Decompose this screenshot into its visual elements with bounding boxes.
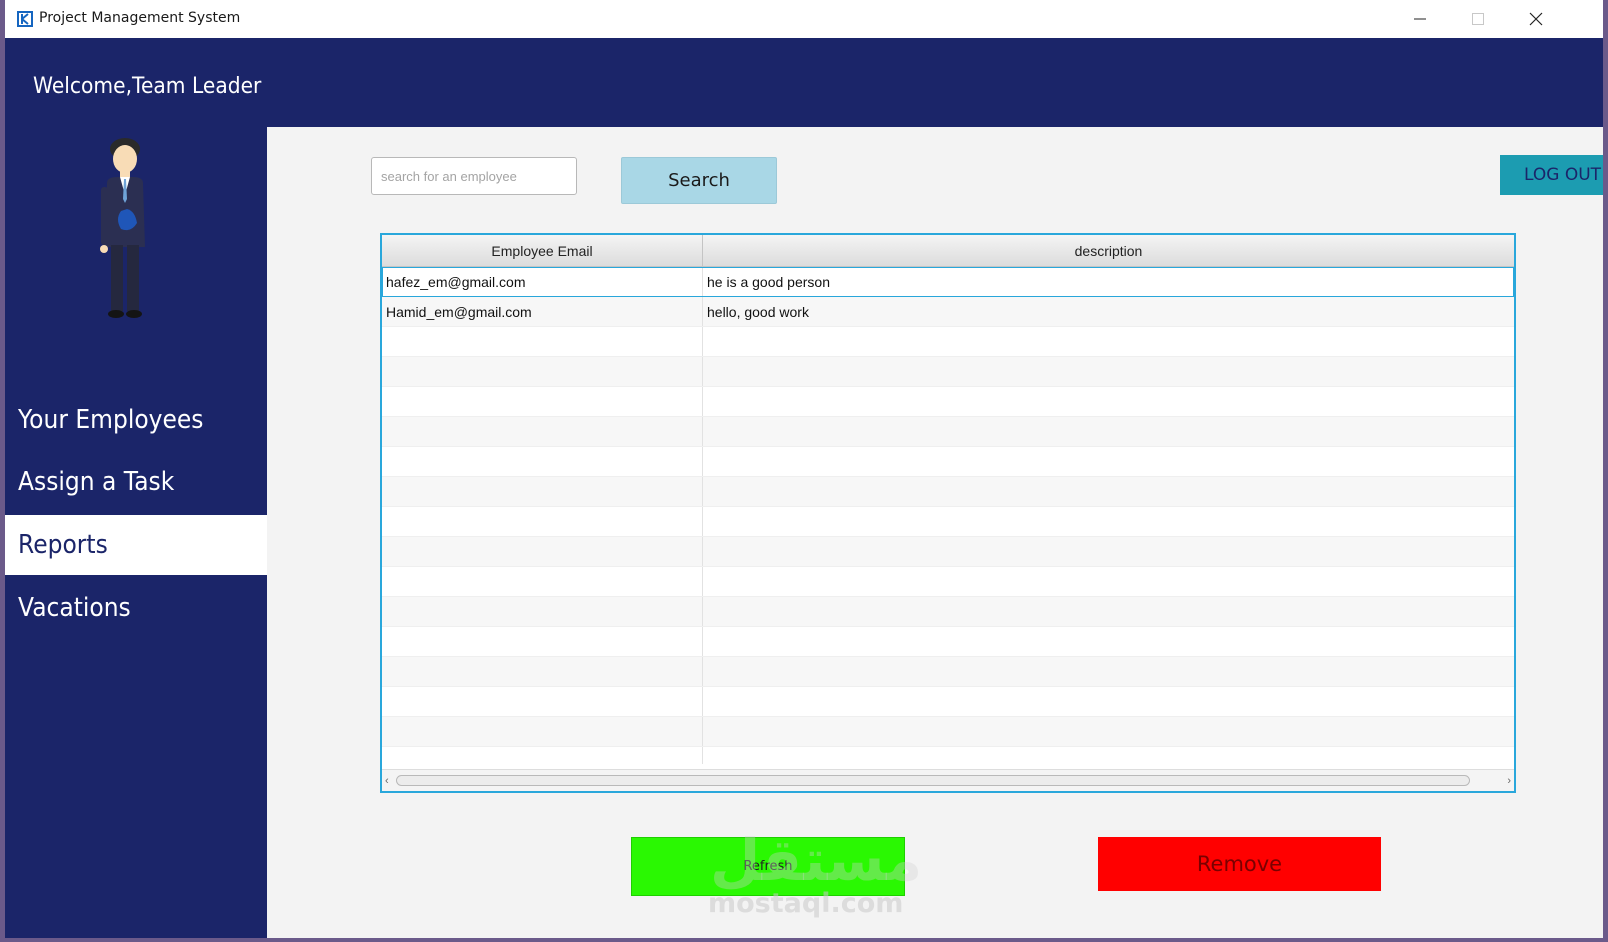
team-leader-avatar bbox=[100, 138, 145, 318]
table-row[interactable] bbox=[382, 537, 1514, 567]
cell-email[interactable] bbox=[382, 597, 703, 626]
scroll-left-icon[interactable]: ‹ bbox=[385, 775, 389, 787]
scroll-right-icon[interactable]: › bbox=[1507, 775, 1511, 787]
cell-email[interactable] bbox=[382, 747, 703, 764]
cell-email[interactable]: hafez_em@gmail.com bbox=[382, 267, 703, 296]
table-row[interactable] bbox=[382, 387, 1514, 417]
remove-button[interactable]: Remove bbox=[1098, 837, 1381, 891]
cell-email[interactable] bbox=[382, 327, 703, 356]
column-header-email[interactable]: Employee Email bbox=[382, 235, 703, 266]
cell-email[interactable] bbox=[382, 387, 703, 416]
cell-description[interactable]: he is a good person bbox=[703, 267, 1514, 296]
maximize-icon bbox=[1472, 13, 1484, 25]
header: Welcome,Team Leader bbox=[5, 38, 1603, 127]
cell-email[interactable] bbox=[382, 477, 703, 506]
cell-description[interactable]: hello, good work bbox=[703, 297, 1514, 326]
sidebar-item-label: Assign a Task bbox=[18, 467, 175, 497]
sidebar-item-label: Your Employees bbox=[18, 405, 204, 435]
table-row[interactable]: Hamid_em@gmail.com hello, good work bbox=[382, 297, 1514, 327]
reports-table[interactable]: Employee Email description hafez_em@gmai… bbox=[380, 233, 1516, 793]
table-row[interactable] bbox=[382, 747, 1514, 764]
sidebar-item-vacations[interactable]: Vacations bbox=[5, 578, 267, 638]
cell-description[interactable] bbox=[703, 627, 1514, 656]
minimize-button[interactable] bbox=[1391, 0, 1449, 38]
table-header: Employee Email description bbox=[382, 235, 1514, 267]
cell-email[interactable] bbox=[382, 507, 703, 536]
app-icon bbox=[17, 11, 33, 27]
cell-email[interactable] bbox=[382, 537, 703, 566]
table-row[interactable] bbox=[382, 357, 1514, 387]
logout-button[interactable]: LOG OUT bbox=[1500, 155, 1603, 195]
cell-description[interactable] bbox=[703, 717, 1514, 746]
sidebar-item-your-employees[interactable]: Your Employees bbox=[5, 390, 267, 450]
table-row[interactable]: hafez_em@gmail.com he is a good person bbox=[382, 267, 1514, 297]
table-row[interactable] bbox=[382, 507, 1514, 537]
search-button[interactable]: Search bbox=[621, 157, 777, 204]
column-header-description[interactable]: description bbox=[703, 235, 1514, 266]
cell-email[interactable] bbox=[382, 657, 703, 686]
sidebar-item-reports[interactable]: Reports bbox=[5, 515, 267, 575]
cell-description[interactable] bbox=[703, 327, 1514, 356]
cell-email[interactable] bbox=[382, 417, 703, 446]
close-button[interactable] bbox=[1507, 0, 1565, 38]
horizontal-scrollbar[interactable]: ‹ › bbox=[382, 769, 1514, 791]
table-row[interactable] bbox=[382, 567, 1514, 597]
table-row[interactable] bbox=[382, 597, 1514, 627]
maximize-button[interactable] bbox=[1449, 0, 1507, 38]
cell-description[interactable] bbox=[703, 747, 1514, 764]
scrollbar-thumb[interactable] bbox=[396, 775, 1470, 786]
search-input[interactable] bbox=[371, 157, 577, 195]
table-row[interactable] bbox=[382, 477, 1514, 507]
table-row[interactable] bbox=[382, 327, 1514, 357]
table-row[interactable] bbox=[382, 627, 1514, 657]
table-row[interactable] bbox=[382, 447, 1514, 477]
cell-email[interactable] bbox=[382, 717, 703, 746]
cell-description[interactable] bbox=[703, 357, 1514, 386]
cell-email[interactable] bbox=[382, 447, 703, 476]
cell-description[interactable] bbox=[703, 507, 1514, 536]
cell-description[interactable] bbox=[703, 567, 1514, 596]
sidebar: Your Employees Assign a Task Reports Vac… bbox=[5, 127, 267, 938]
close-icon bbox=[1529, 12, 1543, 26]
cell-email[interactable] bbox=[382, 567, 703, 596]
sidebar-item-label: Vacations bbox=[18, 593, 131, 623]
table-row[interactable] bbox=[382, 687, 1514, 717]
table-row[interactable] bbox=[382, 717, 1514, 747]
watermark-text: mostaql.com bbox=[708, 888, 904, 919]
cell-description[interactable] bbox=[703, 417, 1514, 446]
cell-description[interactable] bbox=[703, 447, 1514, 476]
app-window: Project Management System Welcome,Team L… bbox=[5, 0, 1603, 938]
table-body: hafez_em@gmail.com he is a good person Ham… bbox=[382, 267, 1514, 764]
table-row[interactable] bbox=[382, 417, 1514, 447]
title-bar: Project Management System bbox=[5, 0, 1603, 38]
watermark-logo: مستقل bbox=[710, 826, 923, 894]
minimize-icon bbox=[1414, 18, 1426, 20]
cell-email[interactable] bbox=[382, 687, 703, 716]
welcome-text: Welcome,Team Leader bbox=[33, 74, 262, 99]
sidebar-item-label: Reports bbox=[18, 530, 108, 560]
cell-description[interactable] bbox=[703, 537, 1514, 566]
cell-email[interactable] bbox=[382, 627, 703, 656]
sidebar-item-assign-task[interactable]: Assign a Task bbox=[5, 452, 267, 512]
cell-description[interactable] bbox=[703, 477, 1514, 506]
cell-description[interactable] bbox=[703, 387, 1514, 416]
cell-description[interactable] bbox=[703, 687, 1514, 716]
cell-email[interactable]: Hamid_em@gmail.com bbox=[382, 297, 703, 326]
cell-description[interactable] bbox=[703, 657, 1514, 686]
cell-email[interactable] bbox=[382, 357, 703, 386]
cell-description[interactable] bbox=[703, 597, 1514, 626]
window-title: Project Management System bbox=[39, 10, 241, 26]
table-row[interactable] bbox=[382, 657, 1514, 687]
